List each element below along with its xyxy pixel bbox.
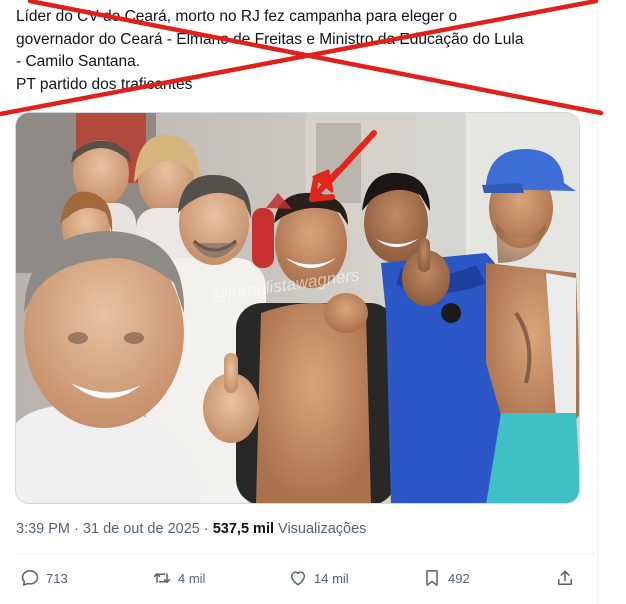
reply-icon bbox=[21, 570, 39, 586]
tweet-text-line: Líder do CV do Ceará, morto no RJ fez ca… bbox=[16, 8, 458, 25]
tweet-photo[interactable]: @jornalistawagners bbox=[15, 112, 580, 504]
repost-button[interactable]: 4 mil bbox=[152, 568, 205, 588]
tweet-date[interactable]: 31 de out de 2025 bbox=[83, 521, 200, 537]
bookmark-button[interactable]: 492 bbox=[422, 568, 470, 588]
views-label: Visualizações bbox=[278, 521, 367, 537]
tweet-text-line: governador do Ceará - Elmano de Freitas … bbox=[16, 30, 524, 48]
reply-count: 713 bbox=[46, 570, 68, 586]
tweet-meta: 3:39 PM · 31 de out de 2025 · 537,5 mil … bbox=[16, 521, 366, 537]
repost-count: 4 mil bbox=[178, 570, 206, 586]
meta-separator: · bbox=[74, 521, 79, 537]
group-selfie-photo: @jornalistawagners bbox=[16, 113, 579, 503]
heart-icon bbox=[291, 571, 305, 586]
bookmark-icon bbox=[426, 570, 438, 586]
tweet-actions: 713 4 mil 14 mil 492 bbox=[0, 568, 597, 598]
share-icon bbox=[558, 570, 572, 585]
views-count: 537,5 mil bbox=[212, 521, 274, 537]
tweet-text-line: PT partido dos traficantes bbox=[16, 75, 193, 93]
share-button[interactable] bbox=[555, 568, 575, 588]
like-count: 14 mil bbox=[314, 570, 349, 586]
tweet-text: Líder do CV do Ceará, morto no RJ fez ca… bbox=[16, 6, 596, 96]
repost-icon bbox=[153, 573, 171, 583]
tweet-page: Líder do CV do Ceará, morto no RJ fez ca… bbox=[0, 0, 626, 604]
tweet-time[interactable]: 3:39 PM bbox=[16, 521, 70, 537]
bookmark-count: 492 bbox=[448, 570, 470, 586]
timeline-divider bbox=[597, 0, 598, 604]
meta-separator: · bbox=[203, 521, 209, 537]
tweet-text-line: - Camilo Santana. bbox=[16, 53, 141, 70]
reply-button[interactable]: 713 bbox=[20, 568, 68, 588]
divider bbox=[16, 553, 596, 554]
like-button[interactable]: 14 mil bbox=[288, 568, 349, 588]
